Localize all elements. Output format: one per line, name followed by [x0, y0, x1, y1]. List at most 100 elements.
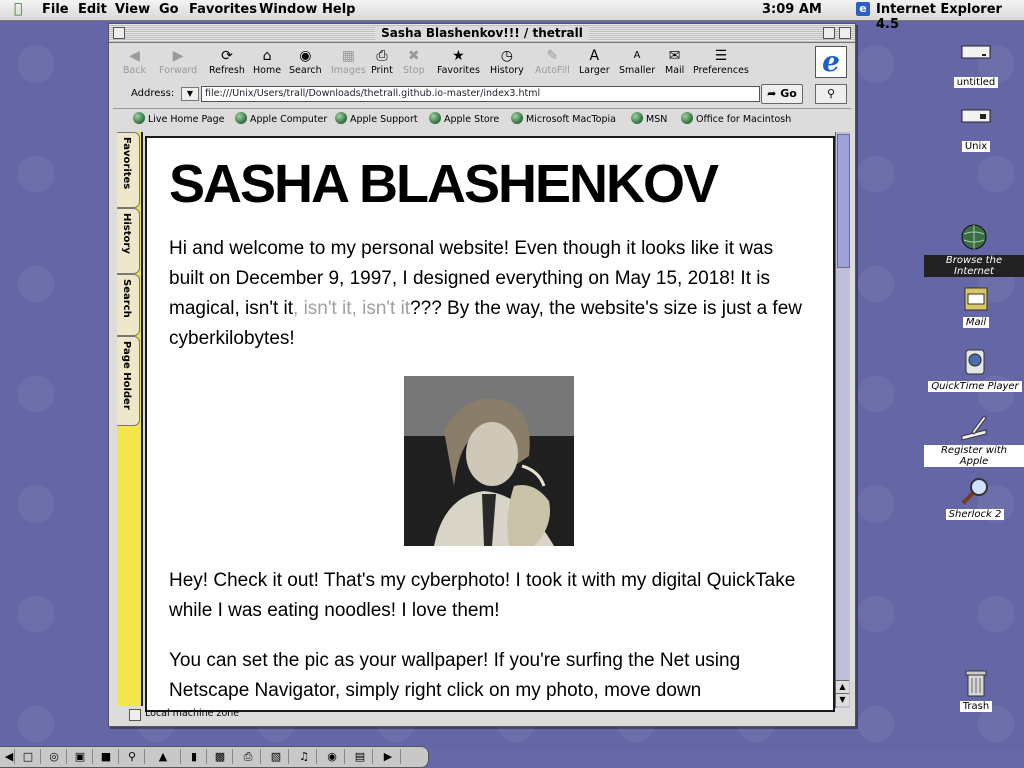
- favorites-button[interactable]: ★ Favorites: [437, 48, 480, 76]
- favorites-icon: ★: [452, 48, 465, 64]
- cs-keychain-icon[interactable]: ⚲: [120, 749, 145, 764]
- address-label: Address:: [131, 88, 175, 99]
- portrait-photo[interactable]: [404, 376, 574, 546]
- cs-web-sharing-icon[interactable]: ▤: [348, 749, 373, 764]
- menu-edit[interactable]: Edit: [78, 2, 107, 17]
- menu-favorites[interactable]: Favorites: [189, 2, 257, 17]
- disk-icon: [961, 109, 991, 123]
- print-button[interactable]: ⎙ Print: [371, 48, 393, 76]
- desktop-icon-unix[interactable]: Unix: [946, 108, 1006, 152]
- app-menu-icon[interactable]: e: [856, 2, 870, 16]
- apple-menu-icon[interactable]: : [14, 1, 22, 17]
- tab-label: Page Holder: [121, 341, 132, 410]
- history-button[interactable]: ◷ History: [490, 48, 524, 76]
- autofill-button[interactable]: ✎ AutoFill: [535, 48, 570, 76]
- globe-icon: [133, 112, 145, 124]
- go-button[interactable]: ➦ Go: [761, 84, 803, 104]
- window-titlebar[interactable]: Sasha Blashenkov!!! / thetrall: [109, 24, 855, 43]
- fav-office-for-macintosh[interactable]: Office for Macintosh: [681, 112, 791, 125]
- fav-apple-computer[interactable]: Apple Computer: [235, 112, 327, 125]
- cs-location-icon[interactable]: ▲: [146, 749, 181, 764]
- search-icon: ◉: [299, 48, 312, 64]
- desktop-icon-sherlock-2[interactable]: Sherlock 2: [940, 476, 1010, 520]
- desktop-icon-browse-the-internet[interactable]: Browse the Internet: [924, 222, 1024, 277]
- fav-apple-store[interactable]: Apple Store: [429, 112, 499, 125]
- back-button[interactable]: ◀ Back: [123, 48, 146, 76]
- cs-control-strip-arrow-icon[interactable]: ▶: [376, 749, 401, 764]
- quicktime-icon: [965, 349, 985, 375]
- menu-clock[interactable]: 3:09 AM: [762, 2, 822, 17]
- cs-appletalk-icon[interactable]: □: [16, 749, 41, 764]
- preferences-button[interactable]: ☰ Preferences: [693, 48, 749, 76]
- close-box-icon[interactable]: [113, 27, 125, 39]
- address-bar: Address: ▼ file:///Unix/Users/trall/Down…: [113, 84, 851, 104]
- cs-cd-icon[interactable]: ◎: [42, 749, 67, 764]
- cs-monitor-bit-depth-icon[interactable]: ▮: [182, 749, 207, 764]
- menu-view[interactable]: View: [115, 2, 150, 17]
- stop-button[interactable]: ✖ Stop: [403, 48, 425, 76]
- search-menu-button[interactable]: ⚲: [815, 84, 847, 104]
- desktop-icon-label: Register with Apple: [924, 445, 1024, 467]
- menu-help[interactable]: Help: [322, 2, 355, 17]
- desktop-icon-trash[interactable]: Trash: [946, 668, 1006, 712]
- cs-file-sharing-icon[interactable]: ■: [94, 749, 119, 764]
- cs-remote-access-icon[interactable]: ▧: [264, 749, 289, 764]
- mail-button[interactable]: ✉ Mail: [665, 48, 684, 76]
- preferences-icon: ☰: [714, 48, 728, 64]
- zone-icon: [129, 709, 141, 721]
- search-button[interactable]: ◉ Search: [289, 48, 322, 76]
- desktop-icon-register-with-apple[interactable]: Register with Apple: [924, 412, 1024, 467]
- fav-apple-support[interactable]: Apple Support: [335, 112, 418, 125]
- ie-throbber-logo[interactable]: e: [815, 46, 847, 78]
- fav-msn[interactable]: MSN: [631, 112, 667, 125]
- menu-window[interactable]: Window: [259, 2, 317, 17]
- trash-icon: [965, 670, 987, 697]
- stop-icon: ✖: [407, 48, 420, 64]
- home-button[interactable]: ⌂ Home: [253, 48, 281, 76]
- larger-text-icon: A: [589, 48, 600, 64]
- address-dropdown-icon[interactable]: ▼: [181, 87, 199, 101]
- refresh-button[interactable]: ⟳ Refresh: [209, 48, 245, 76]
- tab-page-holder[interactable]: Page Holder: [117, 336, 140, 426]
- zoom-box-icon[interactable]: [823, 27, 835, 39]
- app-menu-name[interactable]: Internet Explorer 4.5: [876, 2, 1024, 32]
- mail-icon: [964, 287, 988, 311]
- smaller-button[interactable]: A Smaller: [619, 48, 655, 76]
- scroll-down-arrow-icon[interactable]: ▼: [836, 693, 849, 706]
- home-label: Home: [253, 65, 282, 76]
- print-icon: ⎙: [376, 48, 388, 64]
- address-field[interactable]: file:///Unix/Users/trall/Downloads/thetr…: [201, 86, 760, 102]
- scroll-thumb[interactable]: [837, 134, 850, 268]
- cs-speech-icon[interactable]: ◉: [320, 749, 345, 764]
- tab-search[interactable]: Search: [117, 274, 140, 336]
- larger-button[interactable]: A Larger: [579, 48, 610, 76]
- cs-disk-icon[interactable]: ▣: [68, 749, 93, 764]
- cs-sound-volume-icon[interactable]: ♫: [292, 749, 317, 764]
- cs-resolution-icon[interactable]: ▩: [208, 749, 233, 764]
- search-magnifier-icon: ⚲: [826, 87, 836, 100]
- collapse-box-icon[interactable]: [839, 27, 851, 39]
- forward-button[interactable]: ▶ Forward: [159, 48, 197, 76]
- vertical-scrollbar[interactable]: ▲ ▼: [835, 132, 850, 708]
- refresh-label: Refresh: [209, 65, 245, 76]
- globe-icon: [335, 112, 347, 124]
- images-button[interactable]: ▦ Images: [331, 48, 366, 76]
- tab-favorites[interactable]: Favorites: [117, 132, 140, 208]
- autofill-icon: ✎: [546, 48, 559, 64]
- tab-history[interactable]: History: [117, 208, 140, 274]
- control-strip-tab[interactable]: ◀: [4, 749, 15, 764]
- cs-printer-icon[interactable]: ⎙: [236, 749, 261, 764]
- fav-microsoft-mactopia[interactable]: Microsoft MacTopia: [511, 112, 616, 125]
- explorer-bar-tabs: Favorites History Search Page Holder: [117, 132, 143, 706]
- menu-file[interactable]: File: [42, 2, 69, 17]
- desktop-icon-quicktime-player[interactable]: QuickTime Player: [926, 348, 1024, 392]
- desktop-icon-untitled[interactable]: untitled: [946, 44, 1006, 88]
- menu-go[interactable]: Go: [159, 2, 179, 17]
- globe-icon: [235, 112, 247, 124]
- globe-icon: [631, 112, 643, 124]
- desktop-icon-mail[interactable]: Mail: [946, 284, 1006, 328]
- fav-live-home-page[interactable]: Live Home Page: [133, 112, 225, 125]
- scroll-up-arrow-icon[interactable]: ▲: [836, 680, 849, 693]
- forward-arrow-icon: ▶: [172, 48, 184, 64]
- fav-label: Apple Store: [444, 114, 500, 125]
